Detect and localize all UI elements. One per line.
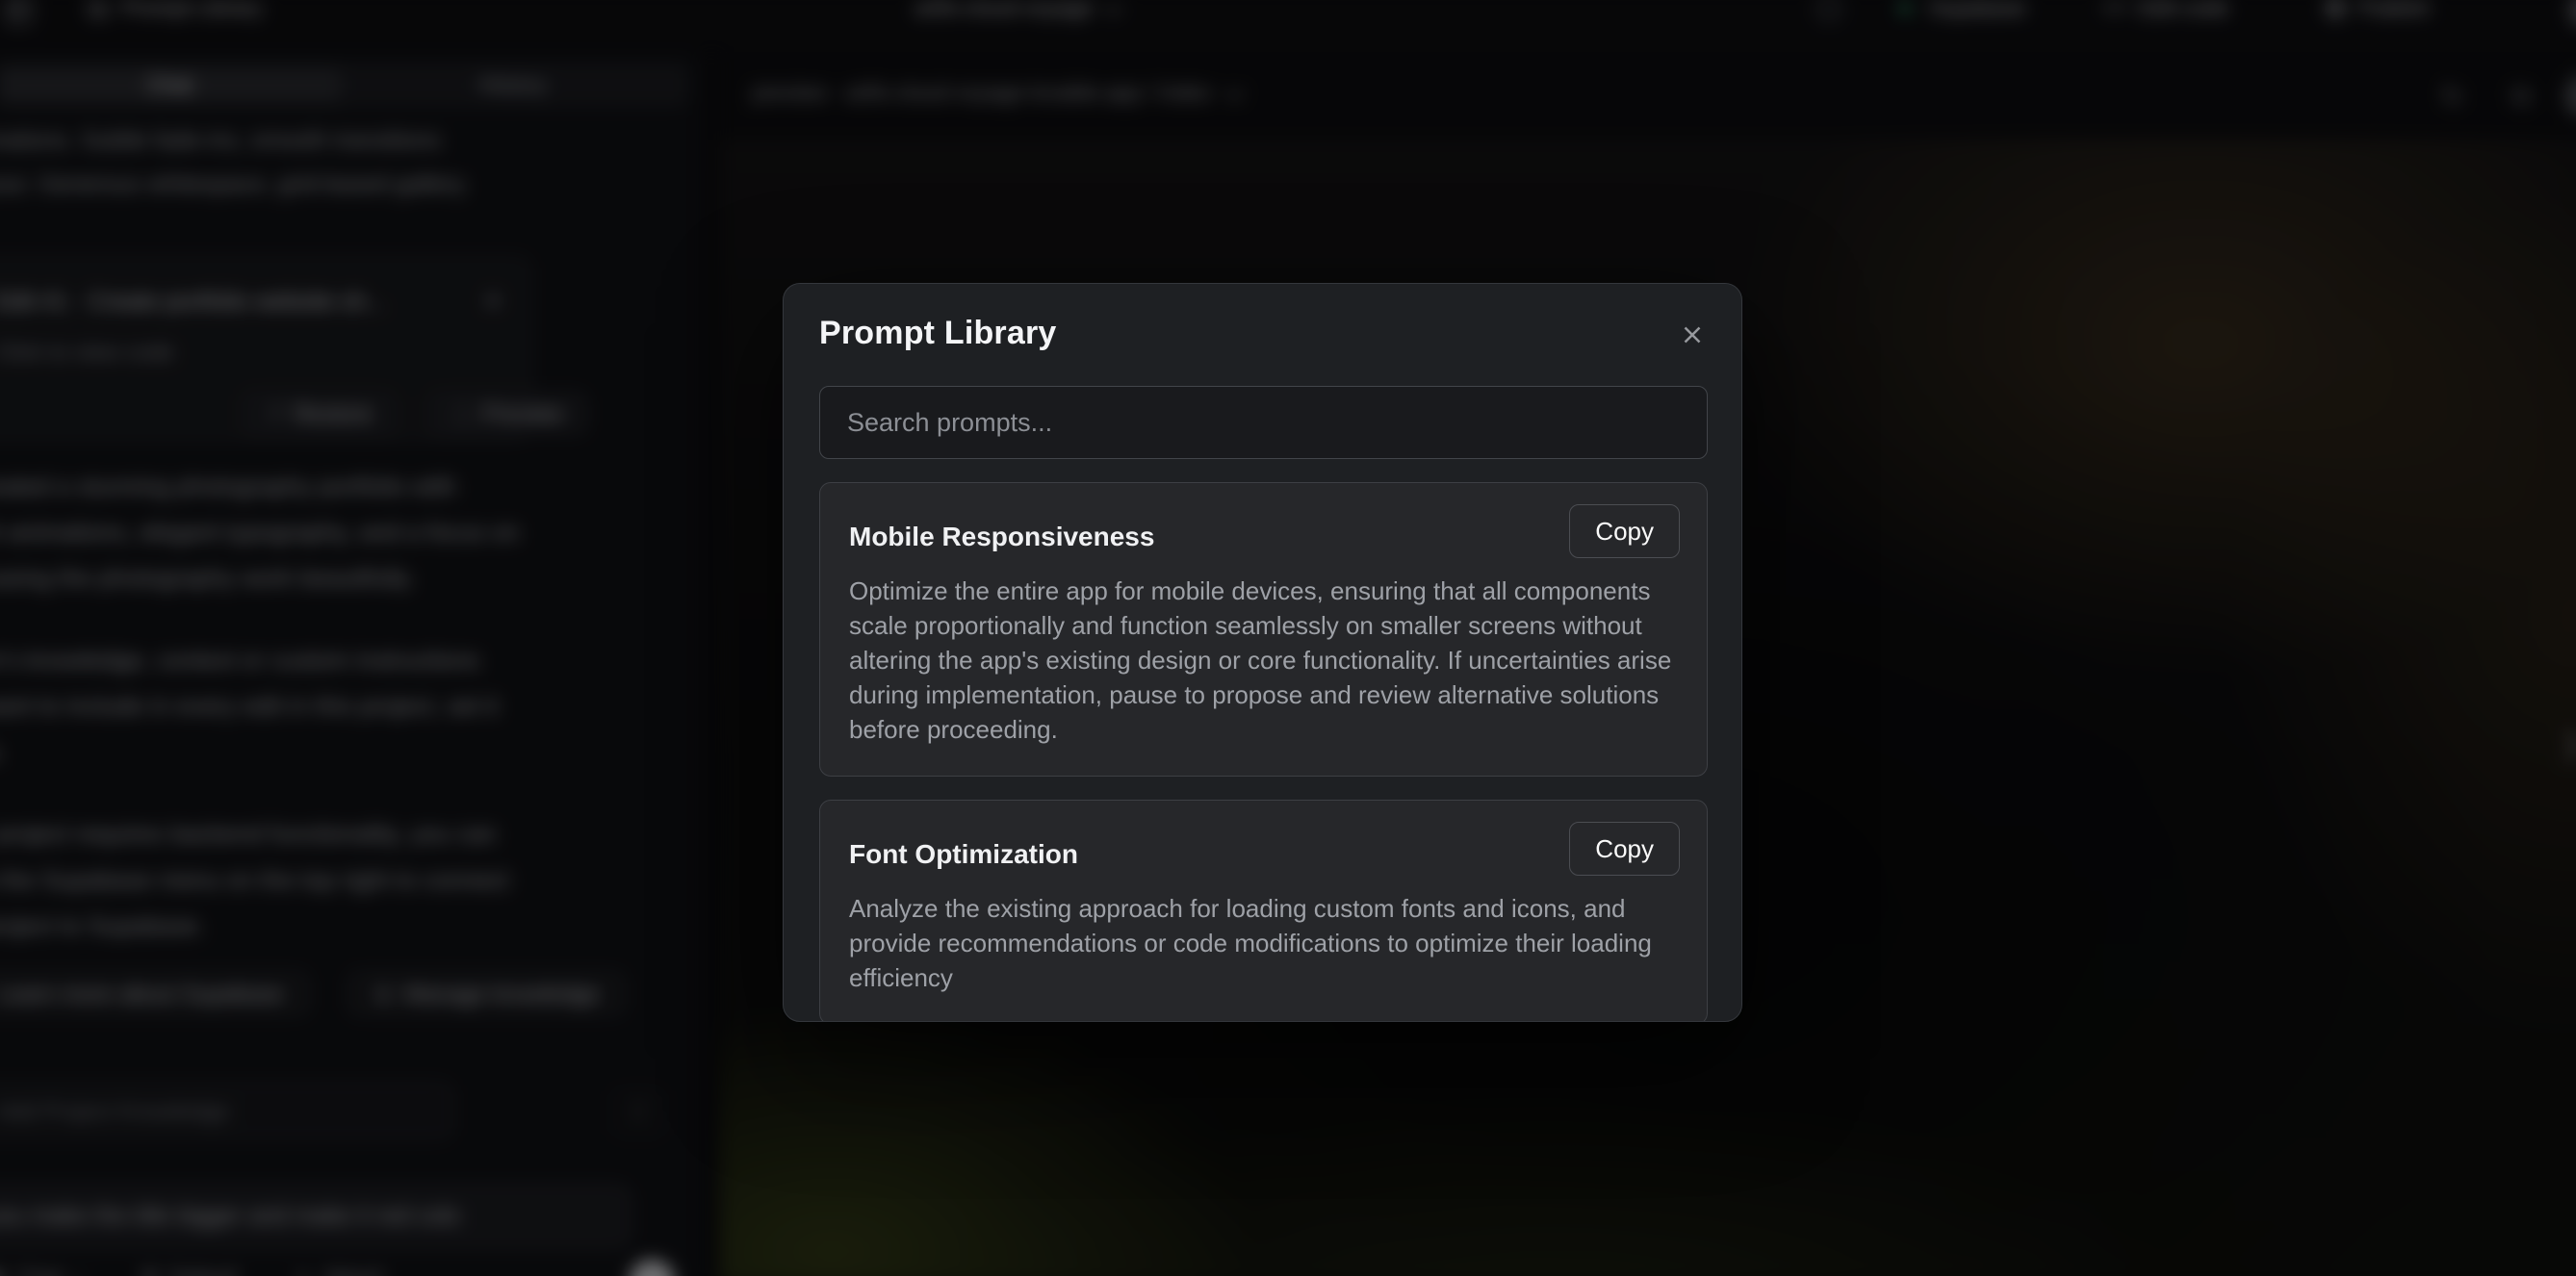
prompt-title: Font Optimization: [849, 839, 1678, 870]
prompt-body: Analyze the existing approach for loadin…: [849, 891, 1706, 995]
copy-button[interactable]: Copy: [1569, 822, 1680, 876]
prompt-body: Optimize the entire app for mobile devic…: [849, 574, 1706, 747]
prompt-search-input[interactable]: [819, 386, 1708, 459]
prompt-library-modal: Prompt Library Mobile Responsiveness Cop…: [783, 283, 1742, 1022]
prompt-list[interactable]: Mobile Responsiveness Copy Optimize the …: [819, 482, 1708, 1022]
screen: Prompt Library artfo-cloud-voyage Supaba…: [0, 0, 2576, 1276]
modal-title: Prompt Library: [819, 315, 1057, 352]
prompt-card-font-optimization: Font Optimization Copy Analyze the exist…: [819, 800, 1708, 1022]
close-icon: [1678, 320, 1707, 349]
prompt-title: Mobile Responsiveness: [849, 522, 1678, 552]
copy-button[interactable]: Copy: [1569, 504, 1680, 558]
prompt-card-mobile-responsiveness: Mobile Responsiveness Copy Optimize the …: [819, 482, 1708, 777]
modal-close-button[interactable]: [1676, 319, 1709, 351]
